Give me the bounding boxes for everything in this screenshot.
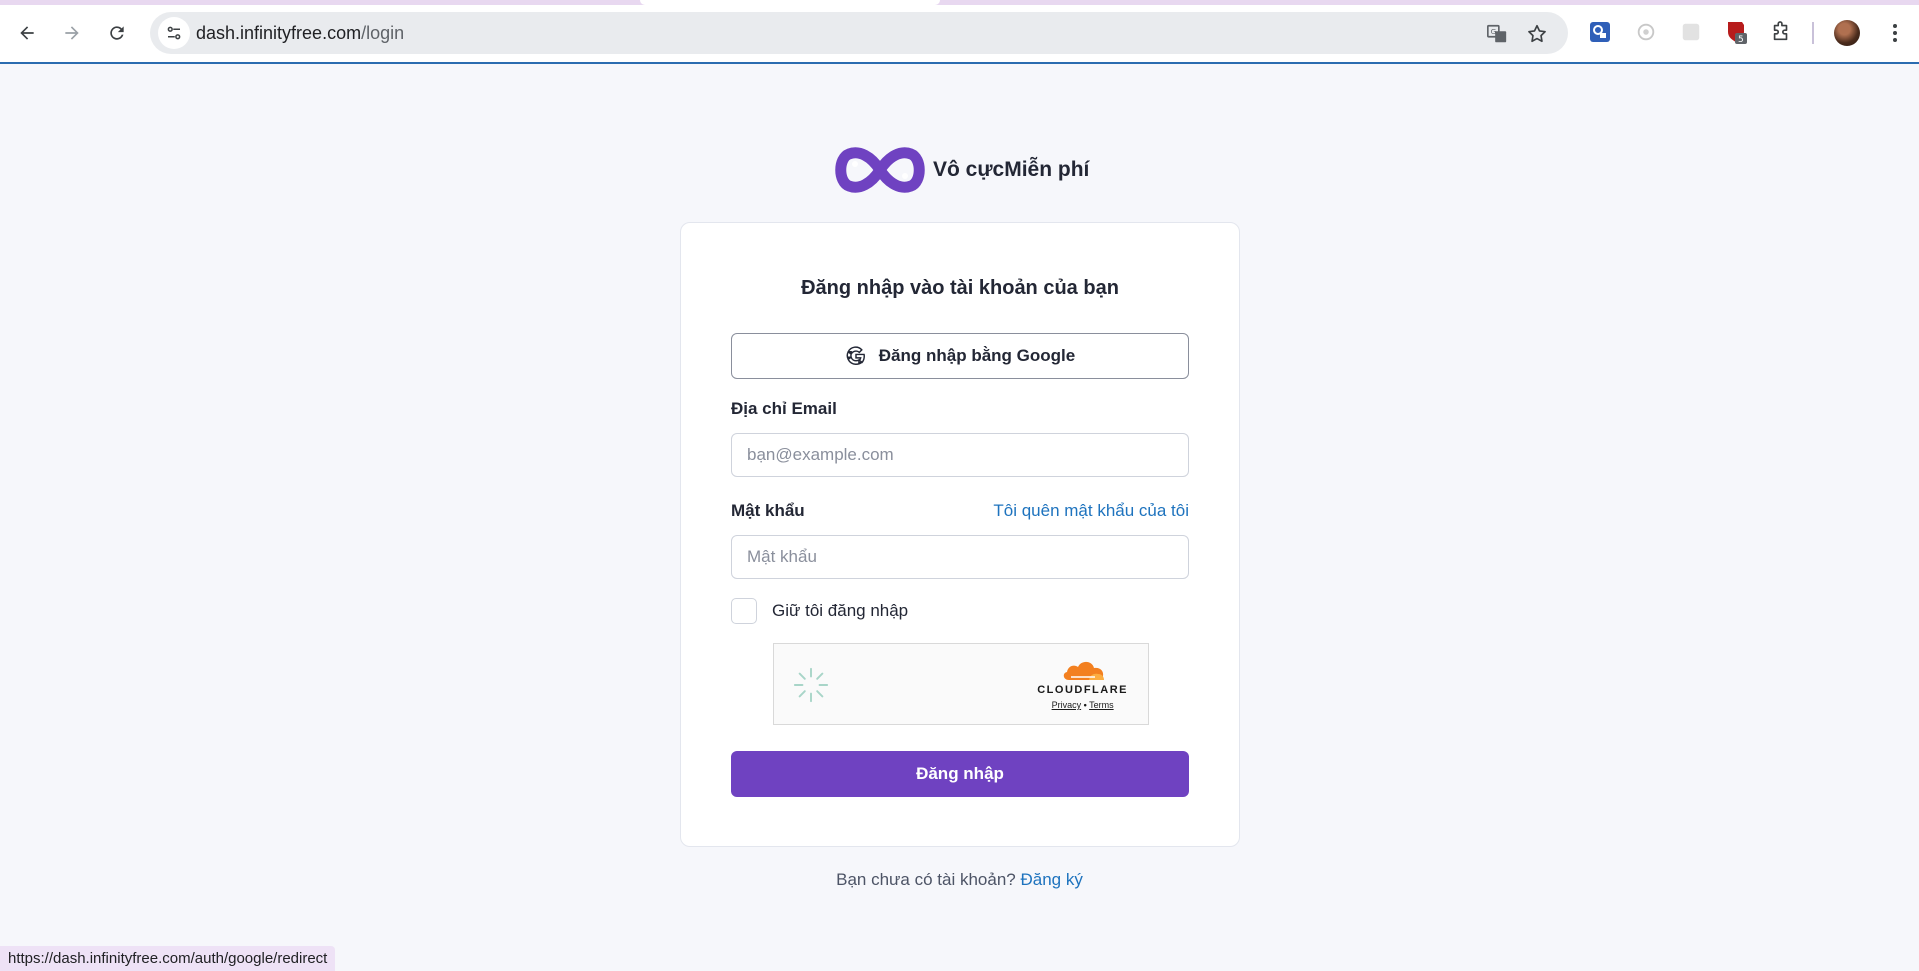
extensions-puzzle-icon[interactable] bbox=[1767, 18, 1795, 46]
cloudflare-captcha[interactable]: CLOUDFLARE Privacy • Terms bbox=[773, 643, 1149, 725]
cloudflare-cloud-icon bbox=[1063, 661, 1104, 680]
extension-blank-icon[interactable] bbox=[1677, 18, 1705, 46]
privacy-link[interactable]: Privacy bbox=[1052, 700, 1082, 710]
signup-link[interactable]: Đăng ký bbox=[1020, 870, 1082, 889]
site-info-icon[interactable] bbox=[158, 17, 190, 49]
kebab-menu-icon[interactable] bbox=[1882, 20, 1908, 46]
password-field[interactable] bbox=[731, 535, 1189, 579]
link-separator: • bbox=[1083, 700, 1087, 710]
signup-prompt-text: Bạn chưa có tài khoản? bbox=[836, 870, 1016, 889]
google-login-button[interactable]: Đăng nhập bằng Google bbox=[731, 333, 1189, 379]
brand-name: Vô cựcMiễn phí bbox=[933, 158, 1090, 181]
bookmark-star-icon[interactable] bbox=[1524, 21, 1550, 47]
infinity-logo-icon bbox=[835, 147, 925, 193]
login-title: Đăng nhập vào tài khoản của bạn bbox=[801, 277, 1119, 299]
email-field[interactable] bbox=[731, 433, 1189, 477]
profile-avatar[interactable] bbox=[1834, 20, 1860, 46]
extension-badge: 5 bbox=[1738, 35, 1744, 45]
active-tab[interactable] bbox=[640, 0, 940, 5]
back-arrow-icon[interactable] bbox=[10, 16, 44, 50]
address-bar[interactable]: dash.infinityfree.com/login G bbox=[150, 12, 1568, 54]
forward-arrow-icon[interactable] bbox=[55, 16, 89, 50]
google-login-label: Đăng nhập bằng Google bbox=[878, 346, 1076, 365]
translate-icon[interactable]: G bbox=[1484, 21, 1510, 47]
remember-me-label: Giữ tôi đăng nhập bbox=[772, 601, 909, 620]
cloudflare-wordmark: CLOUDFLARE bbox=[1037, 684, 1128, 696]
remember-me-checkbox[interactable] bbox=[731, 598, 757, 624]
login-submit-button[interactable]: Đăng nhập bbox=[731, 751, 1189, 797]
tab-strip bbox=[0, 0, 1919, 5]
url-domain: dash.infinityfree.com bbox=[196, 23, 362, 43]
forgot-password-link[interactable]: Tôi quên mật khẩu của tôi bbox=[993, 501, 1189, 521]
extension-shield-icon[interactable]: 5 bbox=[1722, 18, 1750, 46]
login-card: Đăng nhập vào tài khoản của bạn Đăng nhậ… bbox=[680, 222, 1240, 847]
extension-spinner-icon[interactable] bbox=[1632, 18, 1660, 46]
remember-me: Giữ tôi đăng nhập bbox=[731, 598, 908, 624]
cloudflare-logo: CLOUDFLARE Privacy • Terms bbox=[1037, 658, 1128, 710]
loading-spinner-icon bbox=[793, 667, 829, 703]
password-label: Mật khẩu bbox=[731, 501, 805, 520]
svg-text:G: G bbox=[1491, 27, 1497, 36]
brand-header: Vô cựcMiễn phí bbox=[833, 144, 1089, 196]
terms-link[interactable]: Terms bbox=[1089, 700, 1114, 710]
toolbar-separator bbox=[1812, 22, 1814, 44]
signup-prompt: Bạn chưa có tài khoản? Đăng ký bbox=[0, 870, 1919, 890]
google-icon bbox=[846, 346, 865, 365]
status-bar-url: https://dash.infinityfree.com/auth/googl… bbox=[0, 946, 336, 971]
extension-proxy-icon[interactable] bbox=[1586, 18, 1614, 46]
url-text: dash.infinityfree.com/login bbox=[196, 23, 404, 44]
url-path: /login bbox=[361, 23, 405, 43]
email-label: Địa chỉ Email bbox=[731, 399, 837, 418]
browser-toolbar: dash.infinityfree.com/login G 5 bbox=[0, 0, 1919, 64]
captcha-links: Privacy • Terms bbox=[1052, 700, 1114, 710]
reload-icon[interactable] bbox=[100, 16, 134, 50]
